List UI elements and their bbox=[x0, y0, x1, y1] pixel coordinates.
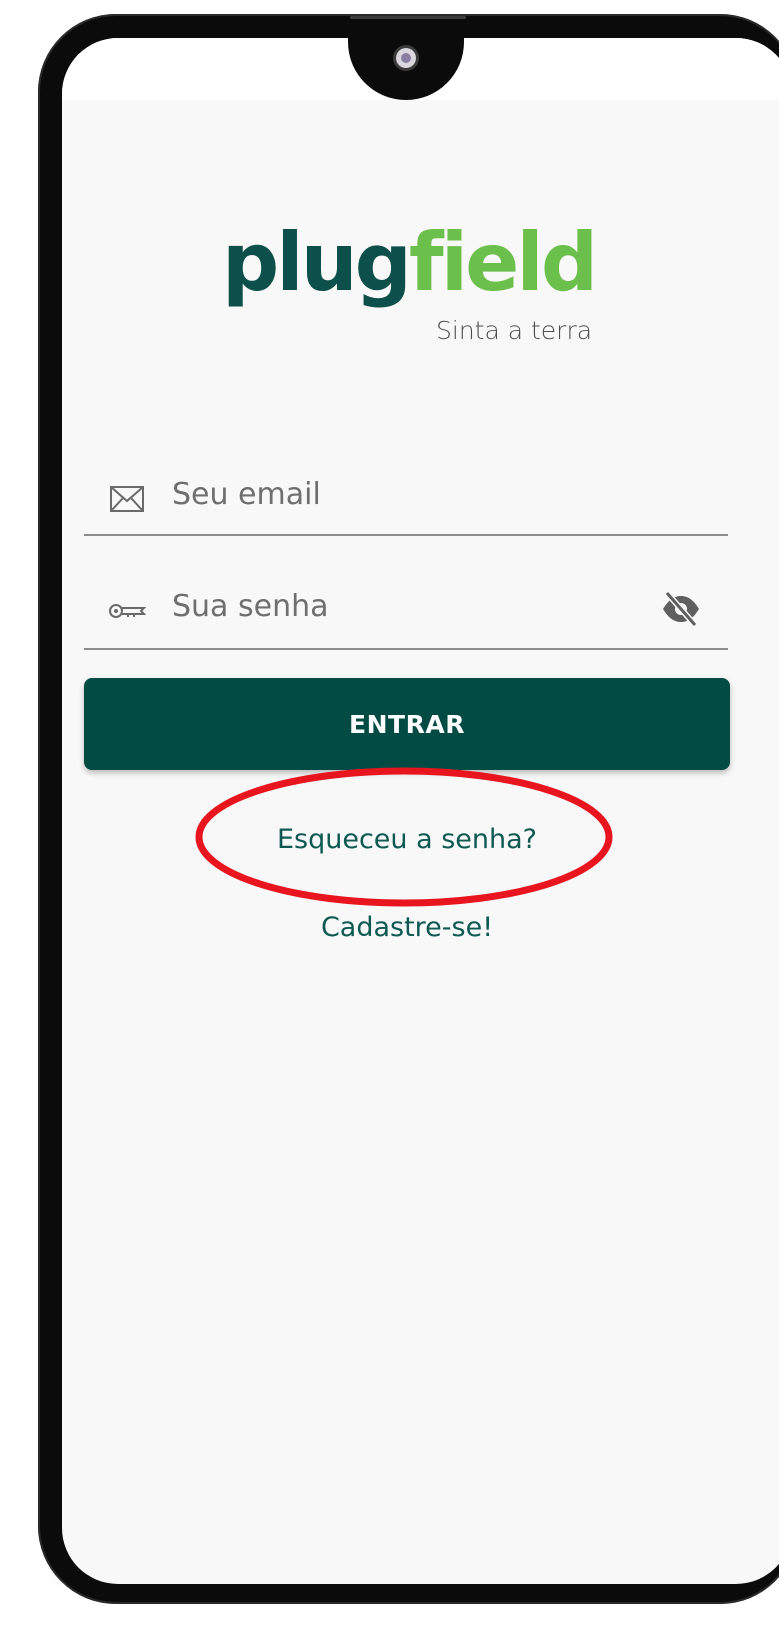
email-field bbox=[84, 438, 728, 536]
eye-off-icon[interactable] bbox=[660, 588, 702, 630]
envelope-icon bbox=[108, 480, 146, 518]
forgot-password-link[interactable]: Esqueceu a senha? bbox=[62, 824, 752, 855]
signup-link[interactable]: Cadastre-se! bbox=[62, 912, 752, 943]
logo-wordmark: plugfield bbox=[222, 216, 598, 309]
app-screen: plugfield Sinta a terra Seu email ENTRAR… bbox=[62, 38, 779, 1584]
password-input[interactable] bbox=[172, 584, 642, 628]
speaker-grille bbox=[350, 16, 466, 19]
logo-word-plug: plug bbox=[222, 216, 412, 309]
logo-tagline: Sinta a terra bbox=[436, 316, 593, 345]
key-icon bbox=[108, 592, 146, 630]
front-camera-icon bbox=[396, 48, 416, 68]
login-button[interactable]: ENTRAR bbox=[84, 678, 730, 770]
email-input[interactable] bbox=[172, 472, 642, 516]
password-field bbox=[84, 550, 728, 650]
logo-word-field: field bbox=[408, 216, 598, 309]
plugfield-logo: plugfield Sinta a terra bbox=[222, 218, 642, 358]
